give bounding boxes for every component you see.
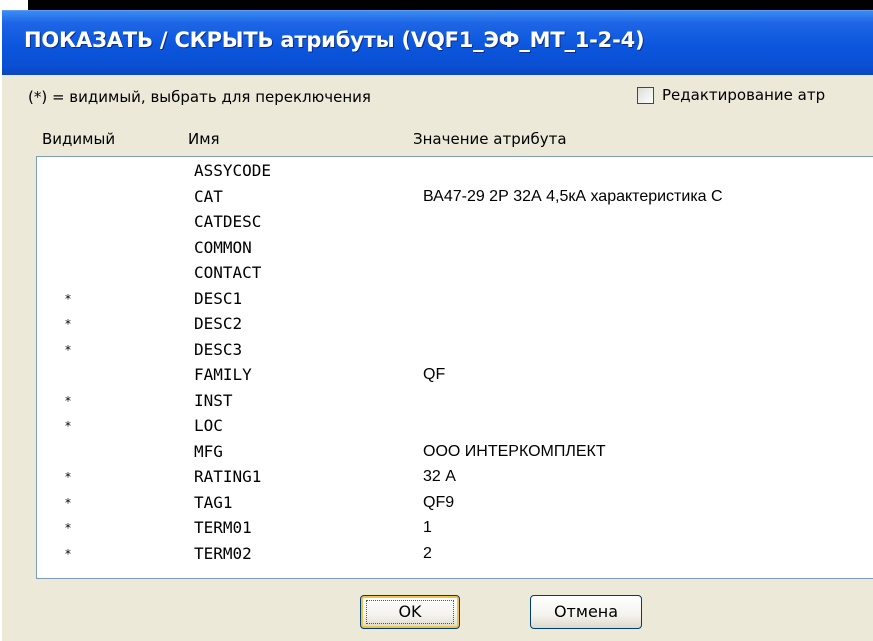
cancel-button[interactable]: Отмена (530, 595, 642, 629)
visibility-hint: (*) = видимый, выбрать для переключения (28, 88, 371, 106)
attribute-name: INST (194, 390, 233, 410)
attribute-name: TAG1 (194, 492, 233, 512)
visible-marker: * (65, 495, 71, 510)
attribute-visibility-dialog: ПОКАЗАТЬ / СКРЫТЬ атрибуты (VQF1_ЭФ_МТ_1… (2, 10, 873, 641)
visible-marker: * (65, 393, 71, 408)
list-item[interactable]: COMMON (37, 238, 873, 260)
visible-marker: * (65, 291, 71, 306)
list-item[interactable]: CAT ВА47-29 2Р 32А 4,5кА характеристика С (37, 187, 873, 209)
attribute-name: CATDESC (194, 212, 262, 231)
attribute-name: MFG (194, 441, 223, 461)
attribute-value: ВА47-29 2Р 32А 4,5кА характеристика С (423, 187, 723, 205)
attribute-name: CONTACT (194, 263, 262, 282)
attribute-name: LOC (194, 416, 223, 435)
edit-attributes-checkbox[interactable] (637, 87, 654, 104)
attribute-name: FAMILY (194, 365, 252, 384)
attribute-name: DESC1 (194, 288, 243, 308)
title-bar[interactable]: ПОКАЗАТЬ / СКРЫТЬ атрибуты (VQF1_ЭФ_МТ_1… (2, 10, 873, 75)
edit-attributes-label[interactable]: Редактирование атр (662, 86, 825, 104)
visible-marker: * (65, 342, 71, 357)
list-item[interactable]: CATDESC (37, 212, 873, 234)
attribute-value: ООО ИНТЕРКОМПЛЕКТ (423, 442, 606, 460)
attribute-value: 32 А (423, 468, 456, 485)
attribute-name: COMMON (194, 237, 252, 257)
attribute-name: DESC2 (194, 314, 243, 333)
attribute-name: DESC3 (194, 339, 243, 359)
list-item[interactable]: ASSYCODE (37, 161, 873, 183)
list-item[interactable]: MFG ООО ИНТЕРКОМПЛЕКТ (37, 442, 873, 464)
attribute-name: ASSYCODE (194, 161, 272, 180)
ok-button[interactable]: OK (360, 595, 460, 629)
cancel-button-label: Отмена (553, 602, 619, 621)
visible-marker: * (65, 521, 71, 535)
column-header-value: Значение атрибута (413, 130, 567, 148)
focus-rectangle (366, 600, 454, 624)
dialog-title: ПОКАЗАТЬ / СКРЫТЬ атрибуты (VQF1_ЭФ_МТ_1… (24, 28, 645, 52)
column-header-visible: Видимый (42, 130, 116, 148)
attribute-name: TERM01 (194, 518, 252, 537)
attribute-name: TERM02 (194, 543, 252, 563)
attribute-name: CAT (194, 186, 223, 206)
attribute-value: QF9 (423, 493, 455, 511)
background-window-edge (0, 0, 873, 10)
list-item[interactable]: * TAG1 QF9 (37, 493, 873, 515)
list-item[interactable]: FAMILY QF (37, 365, 873, 387)
attribute-list[interactable]: ASSYCODE CAT ВА47-29 2Р 32А 4,5кА характер… (36, 156, 873, 579)
list-item[interactable]: * DESC3 (37, 340, 873, 362)
visible-marker: * (65, 419, 71, 433)
attribute-value: QF (423, 366, 446, 383)
column-header-name: Имя (188, 130, 220, 148)
visible-marker: * (65, 317, 71, 331)
list-item[interactable]: * DESC2 (37, 314, 873, 336)
list-item[interactable]: * INST (37, 391, 873, 413)
attribute-value: 1 (423, 519, 432, 536)
list-item[interactable]: * LOC (37, 416, 873, 438)
list-item[interactable]: * TERM01 1 (37, 518, 873, 540)
attribute-value: 2 (423, 544, 432, 562)
list-item[interactable]: * TERM02 2 (37, 544, 873, 566)
list-item[interactable]: * DESC1 (37, 289, 873, 311)
visible-marker: * (65, 470, 71, 484)
visible-marker: * (65, 546, 71, 561)
attribute-name: RATING1 (194, 467, 262, 486)
list-item[interactable]: CONTACT (37, 263, 873, 285)
list-item[interactable]: * RATING1 32 А (37, 467, 873, 489)
